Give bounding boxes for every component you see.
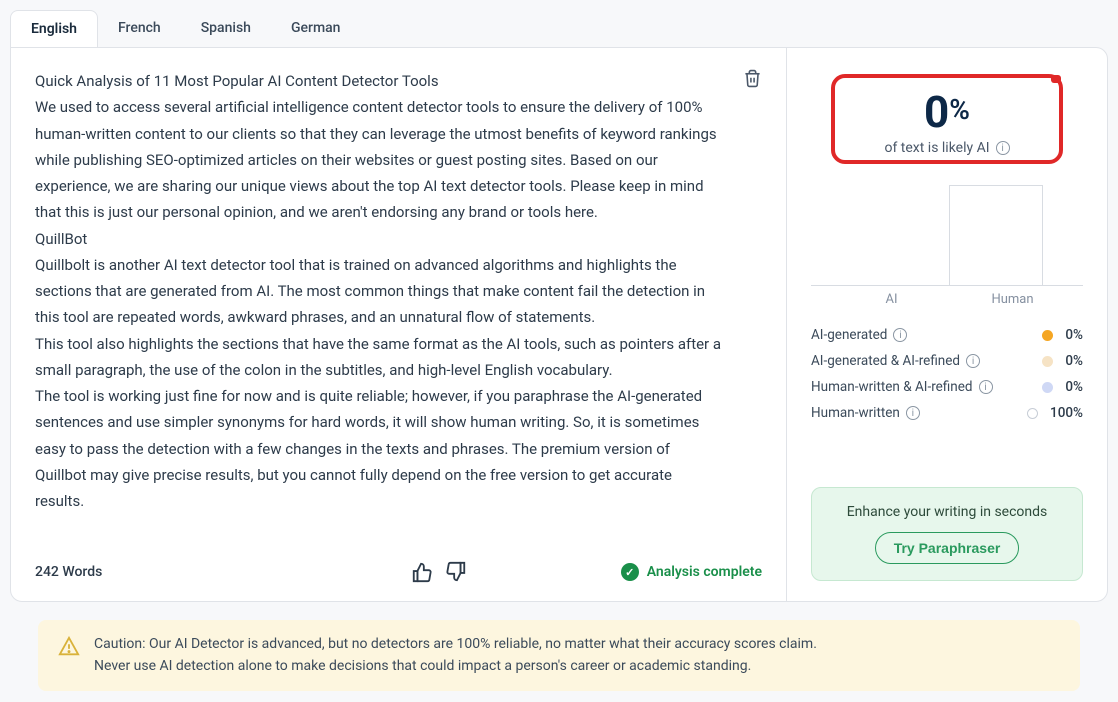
legend-row: Human-writteni 100% [811,405,1083,421]
legend-dot [1042,356,1053,367]
results-panel: 0% of text is likely AI i AI Human AI-ge… [787,48,1107,601]
content-p4: The tool is working just fine for now an… [35,383,722,514]
info-icon[interactable]: i [906,406,920,420]
chart-label-ai: AI [811,292,952,307]
content-title: Quick Analysis of 11 Most Popular AI Con… [35,68,722,94]
legend-label: Human-written & AI-refinedi [811,379,1034,395]
legend-value: 0% [1065,353,1083,369]
legend-row: AI-generated & AI-refinedi 0% [811,353,1083,369]
word-count: 242 Words [35,564,102,580]
status-text: Analysis complete [647,564,762,580]
tab-english[interactable]: English [10,10,98,47]
legend-row: AI-generatedi 0% [811,327,1083,343]
chart-bar-human [949,185,1043,285]
legend-value: 0% [1065,379,1083,395]
cta-text: Enhance your writing in seconds [828,504,1066,520]
main-card: Quick Analysis of 11 Most Popular AI Con… [10,47,1108,602]
chart-label-human: Human [952,292,1083,307]
legend-dot [1027,408,1038,419]
caution-bar: Caution: Our AI Detector is advanced, bu… [38,620,1080,691]
chart-axis-labels: AI Human [811,292,1083,307]
language-tabs: English French Spanish German [10,10,1108,47]
text-panel: Quick Analysis of 11 Most Popular AI Con… [11,48,787,601]
footer-row: 242 Words ✓ Analysis complete [35,533,762,583]
thumbs-down-icon[interactable] [445,561,467,583]
score-box: 0% of text is likely AI i [811,68,1083,170]
distribution-chart [811,186,1083,286]
legend-value: 0% [1065,327,1083,343]
score-value: 0% [924,86,970,138]
info-icon[interactable]: i [966,354,980,368]
legend-label: AI-generated & AI-refinedi [811,353,1034,369]
tab-french[interactable]: French [98,10,181,47]
feedback-icons [411,561,467,583]
content-h2: QuillBot [35,226,722,252]
analysis-status: ✓ Analysis complete [621,563,762,581]
thumbs-up-icon[interactable] [411,561,433,583]
legend-label: Human-writteni [811,405,1019,421]
info-icon[interactable]: i [979,380,993,394]
score-label: of text is likely AI i [821,140,1073,156]
content-text[interactable]: Quick Analysis of 11 Most Popular AI Con… [35,68,762,514]
cta-box: Enhance your writing in seconds Try Para… [811,487,1083,581]
delete-icon[interactable] [743,68,762,89]
legend: AI-generatedi0%AI-generated & AI-refined… [811,327,1083,421]
legend-label: AI-generatedi [811,327,1034,343]
legend-row: Human-written & AI-refinedi 0% [811,379,1083,395]
info-icon[interactable]: i [893,328,907,342]
legend-dot [1042,382,1053,393]
tab-spanish[interactable]: Spanish [181,10,271,47]
warning-icon [58,636,80,658]
content-p3: This tool also highlights the sections t… [35,331,722,384]
check-icon: ✓ [621,563,639,581]
caution-text: Caution: Our AI Detector is advanced, bu… [94,634,817,677]
content-p1: We used to access several artificial int… [35,94,722,225]
legend-value: 100% [1050,405,1083,421]
try-paraphraser-button[interactable]: Try Paraphraser [875,532,1020,564]
info-icon[interactable]: i [996,141,1010,155]
legend-dot [1042,330,1053,341]
tab-german[interactable]: German [271,10,361,47]
content-p2: Quillbolt is another AI text detector to… [35,252,722,331]
